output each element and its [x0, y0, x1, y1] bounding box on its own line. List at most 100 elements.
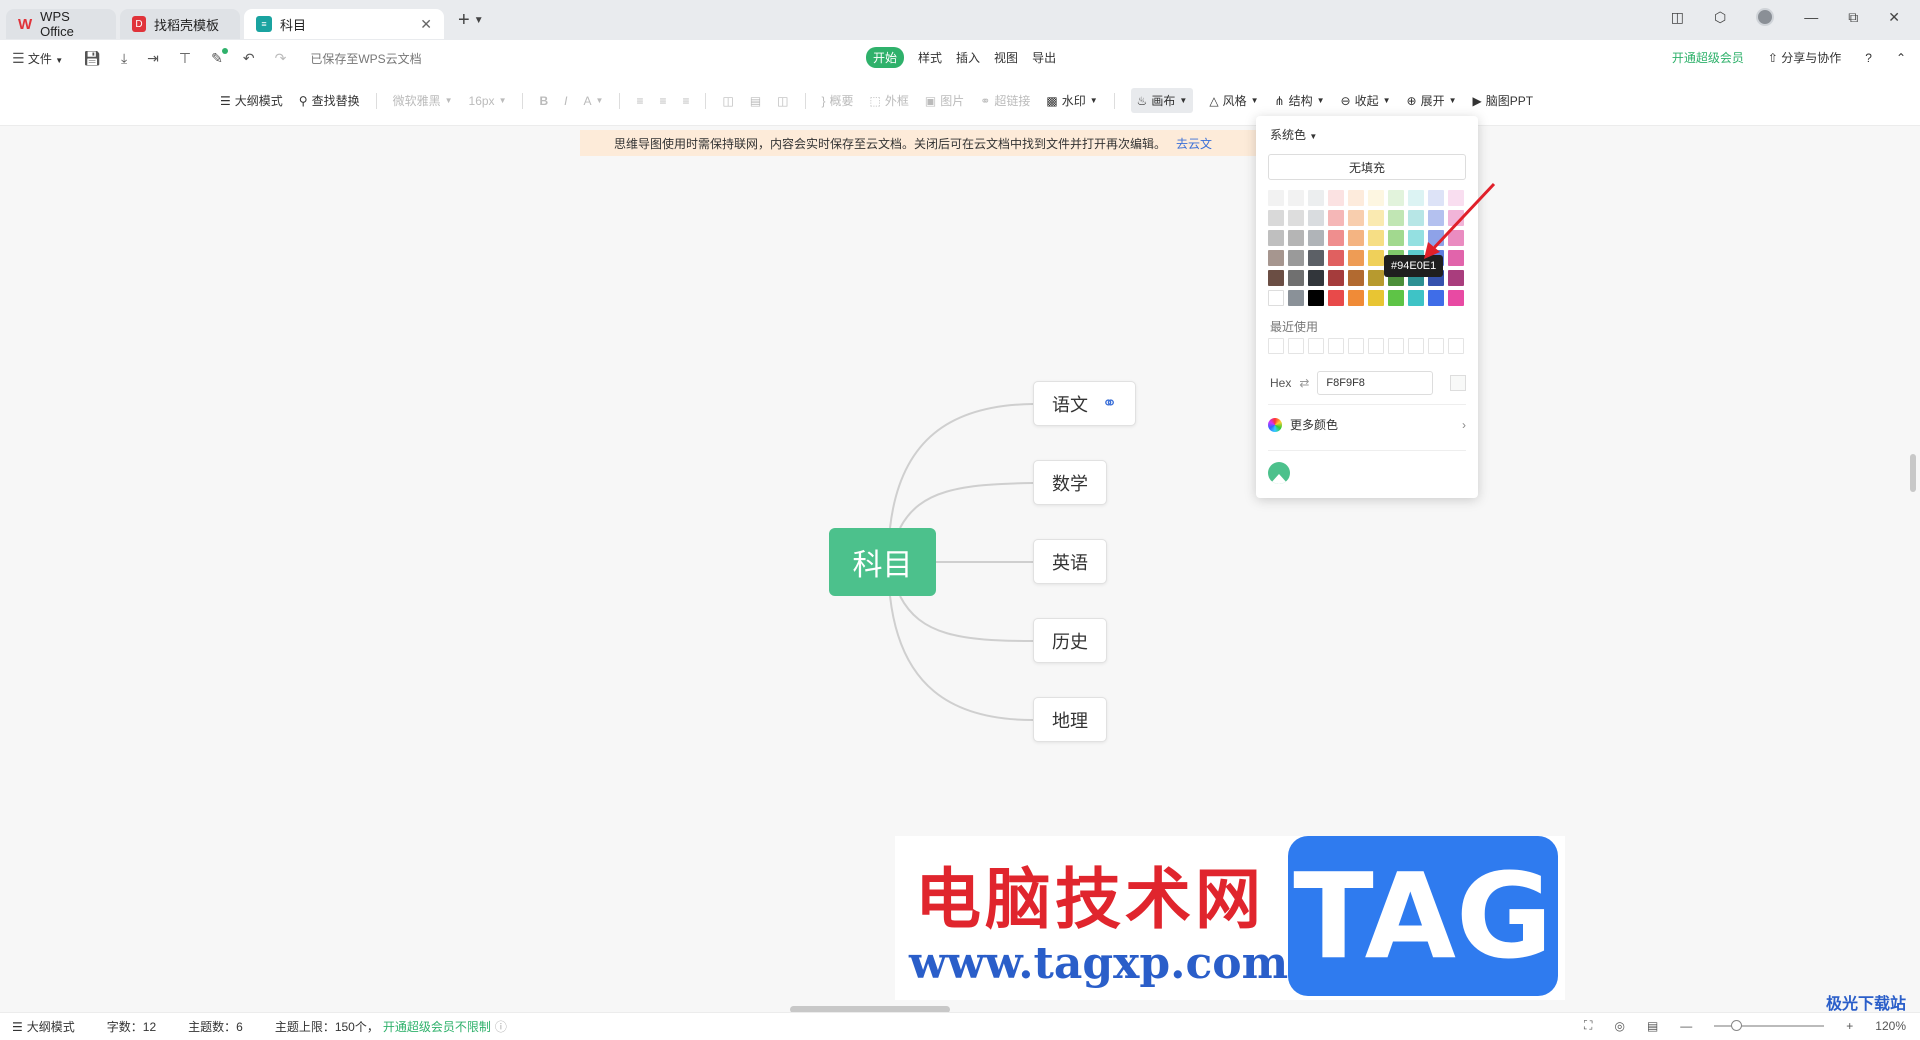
palette-select[interactable]: 系统色 ▼ [1270, 126, 1317, 143]
more-colors-button[interactable]: 更多颜色 › [1268, 416, 1466, 433]
topic-node[interactable]: 地理 [1033, 697, 1107, 742]
color-swatch[interactable] [1348, 290, 1364, 306]
color-swatch[interactable] [1448, 290, 1464, 306]
color-swatch[interactable] [1308, 230, 1324, 246]
vertical-scrollbar[interactable] [1910, 454, 1916, 492]
color-wheel-icon [1268, 417, 1282, 432]
site-watermark: 电脑技术网 www.tagxp.com TAG [895, 836, 1565, 1000]
color-swatch[interactable] [1448, 190, 1464, 206]
color-swatch[interactable] [1368, 230, 1384, 246]
color-swatch[interactable] [1308, 190, 1324, 206]
color-swatch[interactable] [1348, 210, 1364, 226]
link-icon[interactable]: ⚭ [1102, 393, 1117, 414]
color-swatch[interactable] [1328, 190, 1344, 206]
recent-swatch[interactable] [1288, 338, 1304, 354]
background-image-icon[interactable] [1268, 462, 1290, 484]
topic-node[interactable]: 历史 [1033, 618, 1107, 663]
vip-unlimited-link[interactable]: 开通超级会员不限制 [383, 1018, 491, 1035]
color-swatch[interactable] [1268, 190, 1284, 206]
swap-icon[interactable]: ⇄ [1299, 376, 1309, 390]
color-swatch[interactable] [1448, 250, 1464, 266]
topic-label: 语文 [1052, 394, 1088, 415]
color-swatch[interactable] [1288, 270, 1304, 286]
connector-line [899, 595, 1034, 642]
color-swatch[interactable] [1448, 270, 1464, 286]
color-swatch[interactable] [1408, 190, 1424, 206]
color-swatch[interactable] [1308, 210, 1324, 226]
topic-node[interactable]: 语文 ⚭ [1033, 381, 1137, 426]
color-swatch[interactable] [1388, 210, 1404, 226]
color-swatch[interactable] [1448, 230, 1464, 246]
hex-input[interactable]: F8F9F8 [1317, 371, 1434, 395]
color-swatch[interactable] [1288, 290, 1304, 306]
color-swatch[interactable] [1308, 270, 1324, 286]
color-swatch[interactable] [1268, 250, 1284, 266]
color-swatch[interactable] [1348, 230, 1364, 246]
recent-swatch[interactable] [1408, 338, 1424, 354]
color-swatch[interactable] [1288, 190, 1304, 206]
color-swatch[interactable] [1308, 290, 1324, 306]
recent-swatch[interactable] [1448, 338, 1464, 354]
color-swatch[interactable] [1328, 290, 1344, 306]
color-swatch[interactable] [1368, 190, 1384, 206]
color-swatch[interactable] [1408, 230, 1424, 246]
topic-node[interactable]: 数学 [1033, 460, 1107, 505]
color-swatch[interactable] [1428, 210, 1444, 226]
color-swatch[interactable] [1428, 230, 1444, 246]
color-swatch[interactable] [1268, 270, 1284, 286]
color-swatch[interactable] [1368, 210, 1384, 226]
zoom-out-icon[interactable]: — [1680, 1019, 1692, 1033]
watermark-title: 电脑技术网 [915, 861, 1265, 938]
color-swatch[interactable] [1328, 230, 1344, 246]
color-swatch[interactable] [1388, 230, 1404, 246]
chevron-right-icon: › [1462, 417, 1466, 432]
color-swatch[interactable] [1268, 230, 1284, 246]
color-swatch[interactable] [1288, 210, 1304, 226]
color-swatch[interactable] [1368, 270, 1384, 286]
color-swatch[interactable] [1328, 270, 1344, 286]
zoom-in-icon[interactable]: + [1846, 1019, 1853, 1033]
color-swatch[interactable] [1348, 250, 1364, 266]
color-swatch[interactable] [1328, 210, 1344, 226]
root-topic[interactable]: 科目 [829, 528, 936, 596]
recent-swatch[interactable] [1428, 338, 1444, 354]
color-swatch[interactable] [1368, 290, 1384, 306]
fit-screen-icon[interactable]: ⛶ [1584, 1018, 1592, 1033]
color-swatch[interactable] [1368, 250, 1384, 266]
info-icon[interactable]: ⓘ [495, 1018, 507, 1035]
color-swatch[interactable] [1428, 290, 1444, 306]
chevron-down-icon: ▼ [1309, 132, 1318, 141]
color-swatch[interactable] [1348, 270, 1364, 286]
map-icon[interactable]: ▤ [1647, 1019, 1658, 1033]
status-bar: ☰ 大纲模式 字数：12 主题数：6 主题上限：150个， 开通超级会员不限制 … [0, 1012, 1920, 1040]
color-swatch[interactable] [1348, 190, 1364, 206]
color-swatch[interactable] [1408, 210, 1424, 226]
color-swatch[interactable] [1408, 290, 1424, 306]
color-swatch[interactable] [1288, 230, 1304, 246]
recent-swatch[interactable] [1388, 338, 1404, 354]
color-swatch[interactable] [1268, 210, 1284, 226]
zoom-slider[interactable] [1714, 1019, 1825, 1031]
recent-swatch[interactable] [1368, 338, 1384, 354]
color-swatch[interactable] [1308, 250, 1324, 266]
color-swatch[interactable] [1268, 290, 1284, 306]
connector-line [889, 595, 1034, 721]
zoom-slider-knob[interactable] [1731, 1019, 1743, 1031]
color-swatch[interactable] [1288, 250, 1304, 266]
outline-mode-toggle[interactable]: ☰ 大纲模式 [12, 1018, 75, 1035]
color-swatch[interactable] [1388, 190, 1404, 206]
color-swatch[interactable] [1448, 210, 1464, 226]
no-fill-button[interactable]: 无填充 [1268, 154, 1466, 180]
color-swatch[interactable] [1328, 250, 1344, 266]
topic-node[interactable]: 英语 [1033, 539, 1107, 584]
zoom-level[interactable]: 120% [1875, 1019, 1906, 1033]
recent-swatch[interactable] [1348, 338, 1364, 354]
swatch-row [1268, 230, 1466, 246]
color-swatch[interactable] [1428, 190, 1444, 206]
recent-swatch[interactable] [1308, 338, 1324, 354]
recent-swatch[interactable] [1268, 338, 1284, 354]
color-swatch[interactable] [1388, 290, 1404, 306]
recent-swatch[interactable] [1328, 338, 1344, 354]
locate-icon[interactable]: ◎ [1614, 1019, 1624, 1033]
divider [1268, 404, 1466, 405]
